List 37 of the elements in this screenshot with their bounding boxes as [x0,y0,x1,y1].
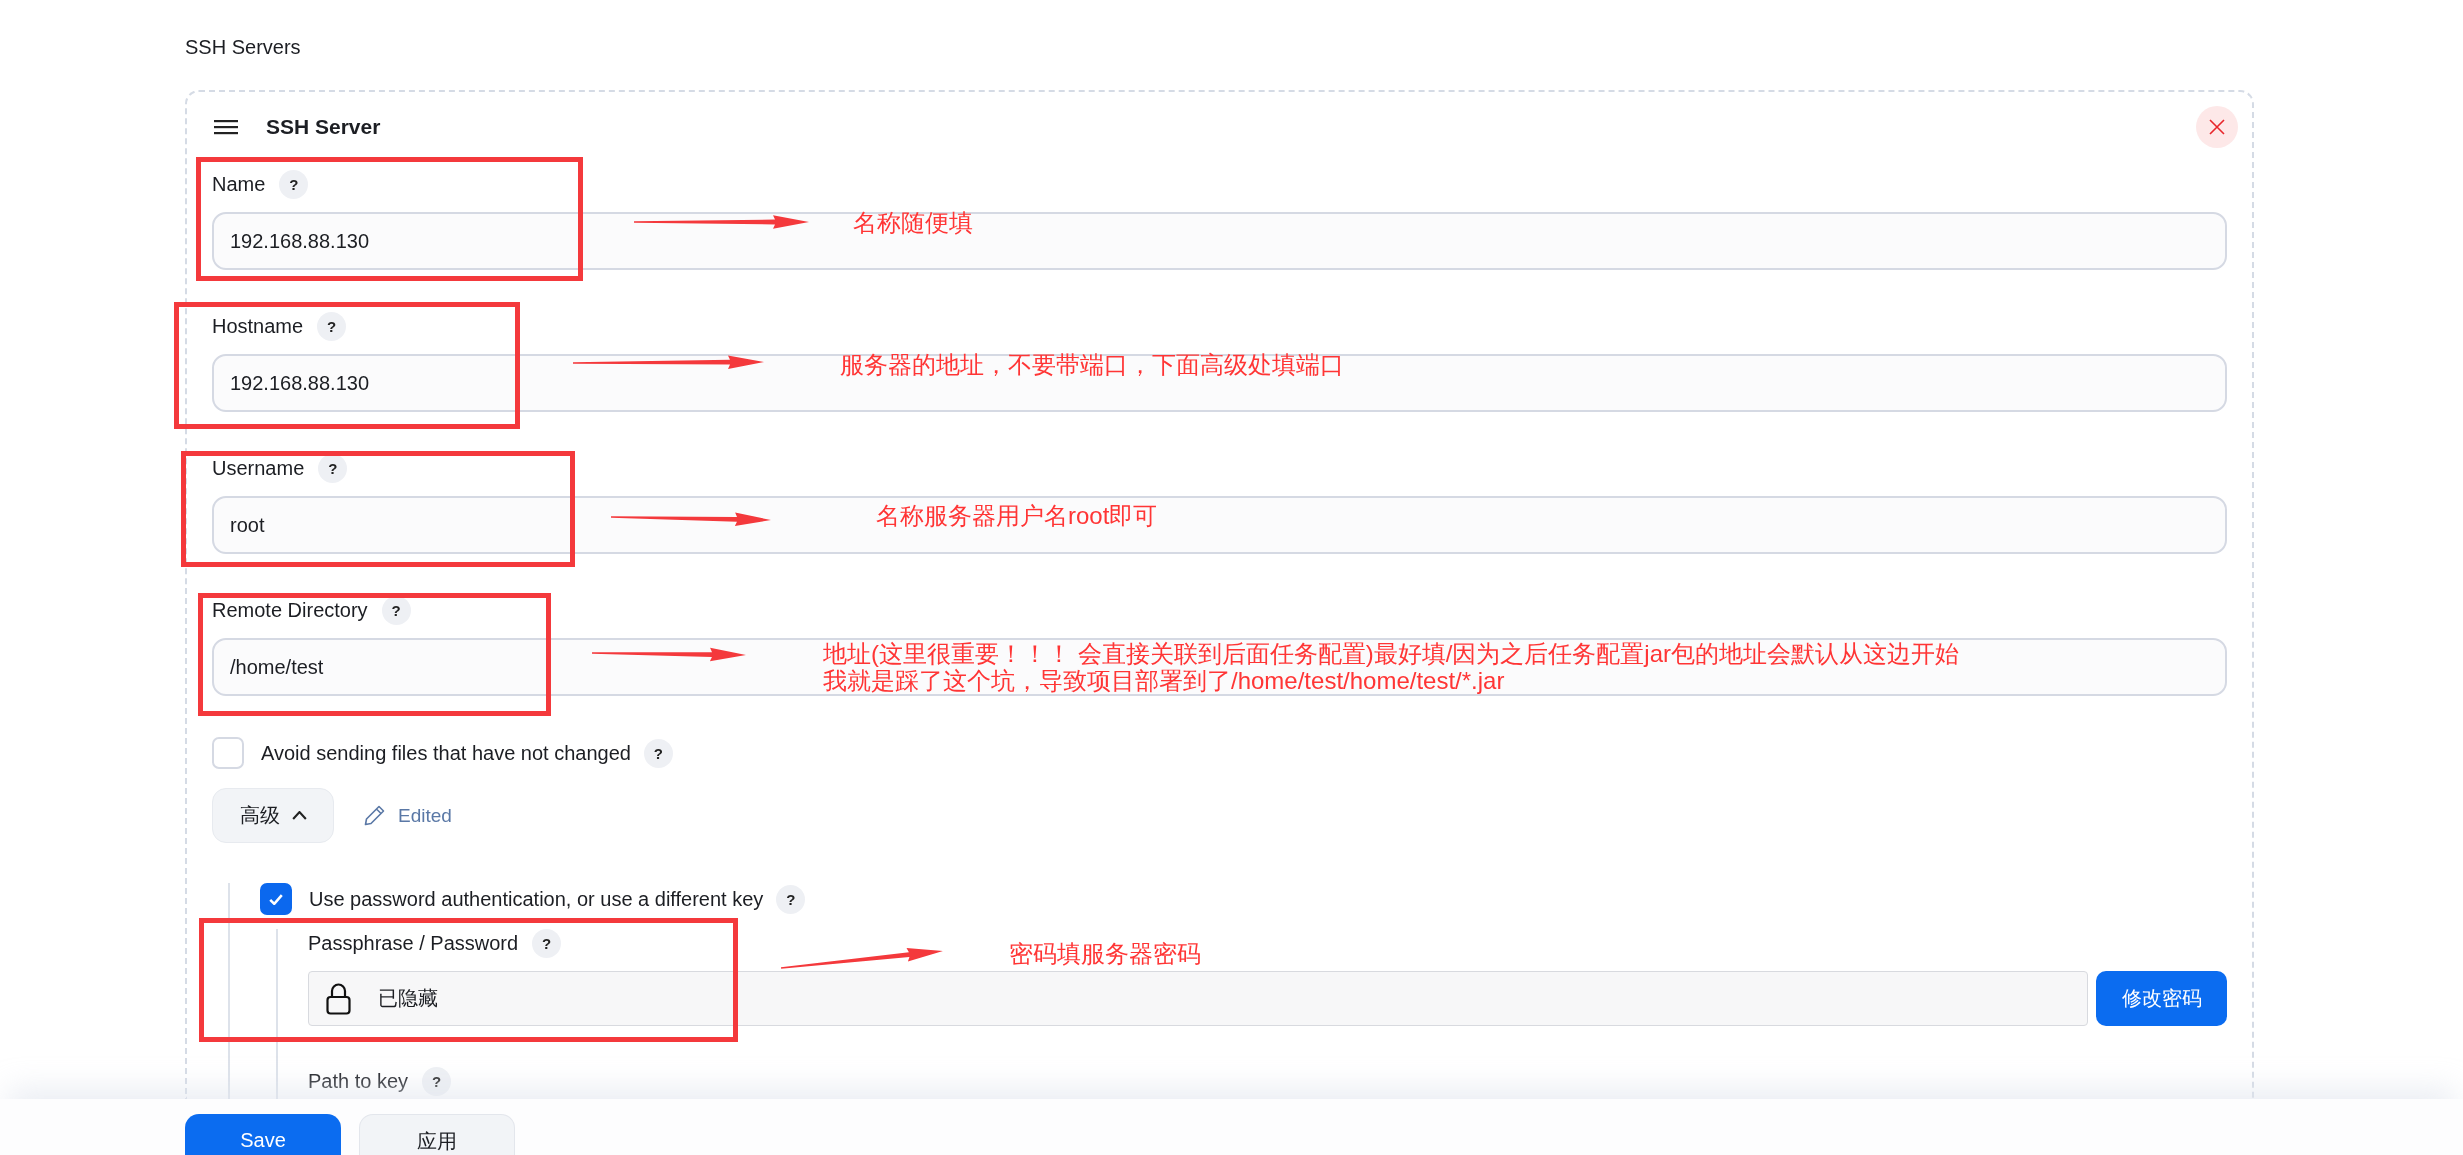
section-title: SSH Servers [185,35,301,60]
field-label: Path to key [308,1069,409,1094]
checkbox[interactable] [260,883,292,915]
change-password-button[interactable]: 修改密码 [2096,971,2227,1026]
help-button[interactable]: ? [776,884,806,914]
annotation-text: 名称随便填 [853,210,973,236]
help-button[interactable]: ? [532,928,562,958]
checkbox-label: Avoid sending files that have not changed [261,741,631,766]
apply-button[interactable]: 应用 [359,1114,515,1155]
lock-icon [326,982,351,1015]
chevron-up-icon[interactable] [291,811,307,820]
card-title: SSH Server [266,115,381,139]
help-button[interactable]: ? [279,169,309,199]
annotation-text: 我就是踩了这个坑，导致项目部署到了/home/test/home/test/*.jar [823,668,1505,694]
password-value: 已隐藏 [378,986,438,1011]
field-label: Remote Directory [212,598,368,623]
annotation-text: 地址(这里很重要！！！ 会直接关联到后面任务配置)最好填/因为之后任务配置jar包的地址会默认从这边开始 [823,641,1959,667]
annotation-text: 密码填服务器密码 [1009,941,1201,967]
menu-icon[interactable] [214,119,238,135]
help-button[interactable]: ? [643,738,673,768]
help-button[interactable]: ? [422,1066,452,1096]
checkbox-label: Use password authentication, or use a different key [309,887,764,912]
annotation-text: 服务器的地址，不要带端口，下面高级处填端口 [840,352,1344,378]
save-button[interactable]: Save [185,1114,341,1155]
password-field[interactable]: 已隐藏 [308,971,2088,1026]
field-label: Username [212,456,305,481]
check-icon[interactable] [269,893,283,905]
help-button[interactable]: ? [317,311,347,341]
annotation-text: 名称服务器用户名root即可 [876,503,1158,529]
edited-label: Edited [398,804,452,827]
advanced-toggle-button[interactable]: 高级 [212,788,334,843]
field-label: Name [212,172,266,197]
close-button[interactable] [2196,106,2238,148]
field-label: Hostname [212,314,304,339]
field-label: Passphrase / Password [308,931,519,956]
close-icon[interactable] [2209,119,2225,135]
pencil-icon [364,805,385,826]
